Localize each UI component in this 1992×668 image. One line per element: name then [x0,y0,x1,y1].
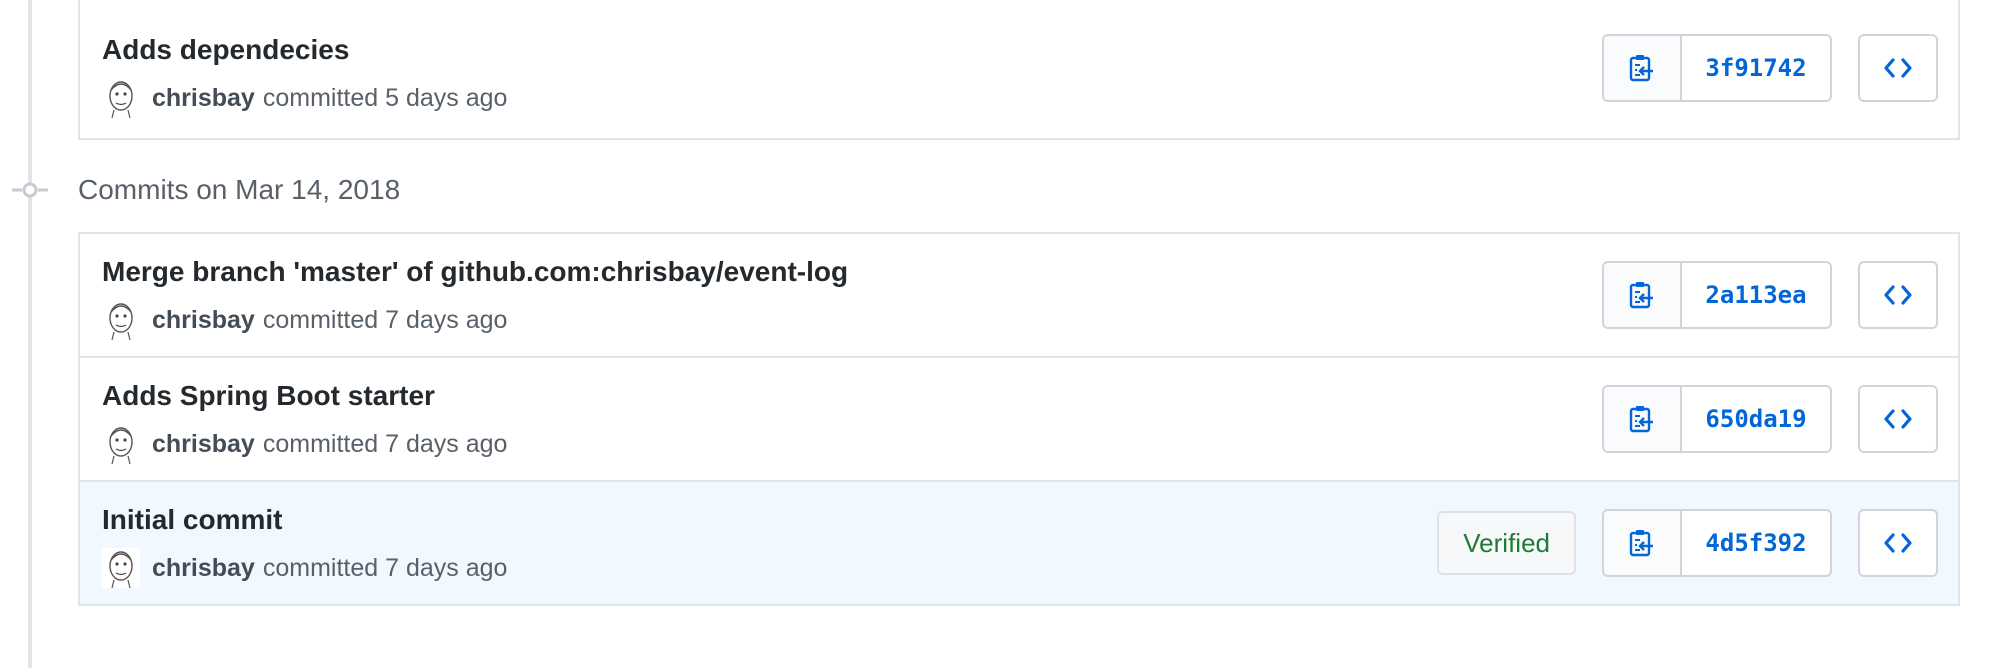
browse-repo-button[interactable] [1858,261,1938,329]
avatar[interactable] [102,78,140,118]
code-icon [1884,533,1912,553]
code-icon [1884,409,1912,429]
copy-sha-button[interactable] [1604,511,1682,575]
section-date-header: Commits on Mar 14, 2018 [78,174,401,205]
sha-button-group: 2a113ea [1602,261,1832,329]
commit-sha-link[interactable]: 3f91742 [1682,36,1830,100]
commit-row: Initial commit chrisbay committed 7 days… [80,482,1958,604]
git-commit-icon [12,182,48,198]
commit-sha-link[interactable]: 650da19 [1682,387,1830,451]
clippy-icon [1629,282,1653,309]
code-icon [1884,285,1912,305]
commit-time: committed 7 days ago [262,553,508,582]
browse-repo-button[interactable] [1858,509,1938,577]
commit-time: committed 7 days ago [262,429,508,458]
timeline-line [28,0,32,668]
verified-badge[interactable]: Verified [1437,511,1576,575]
clippy-icon [1629,55,1653,82]
copy-sha-button[interactable] [1604,387,1682,451]
commit-time: committed 5 days ago [262,83,508,112]
commit-actions: 2a113ea [1602,234,1938,356]
commit-sha-link[interactable]: 4d5f392 [1682,511,1830,575]
commit-row: Adds dependecies chrisbay committed 5 da… [80,0,1958,138]
commit-actions: 3f91742 [1602,0,1938,138]
browse-repo-button[interactable] [1858,34,1938,102]
author-link[interactable]: chrisbay [152,554,255,583]
code-icon [1884,58,1912,78]
clippy-icon [1629,406,1653,433]
commit-actions: 650da19 [1602,358,1938,480]
avatar[interactable] [102,424,140,464]
commit-actions: Verified 4d5f392 [1437,482,1938,604]
commit-time: committed 7 days ago [262,305,508,334]
author-link[interactable]: chrisbay [152,84,255,113]
author-link[interactable]: chrisbay [152,306,255,335]
avatar[interactable] [102,548,140,588]
commit-group: Adds dependecies chrisbay committed 5 da… [78,0,1960,140]
clippy-icon [1629,530,1653,557]
copy-sha-button[interactable] [1604,263,1682,327]
author-link[interactable]: chrisbay [152,430,255,459]
commit-row: Merge branch 'master' of github.com:chri… [80,234,1958,358]
avatar[interactable] [102,300,140,340]
commit-row: Adds Spring Boot starter chrisbay commit… [80,358,1958,482]
sha-button-group: 3f91742 [1602,34,1832,102]
browse-repo-button[interactable] [1858,385,1938,453]
sha-button-group: 4d5f392 [1602,509,1832,577]
copy-sha-button[interactable] [1604,36,1682,100]
sha-button-group: 650da19 [1602,385,1832,453]
commit-group: Merge branch 'master' of github.com:chri… [78,232,1960,606]
commit-sha-link[interactable]: 2a113ea [1682,263,1830,327]
